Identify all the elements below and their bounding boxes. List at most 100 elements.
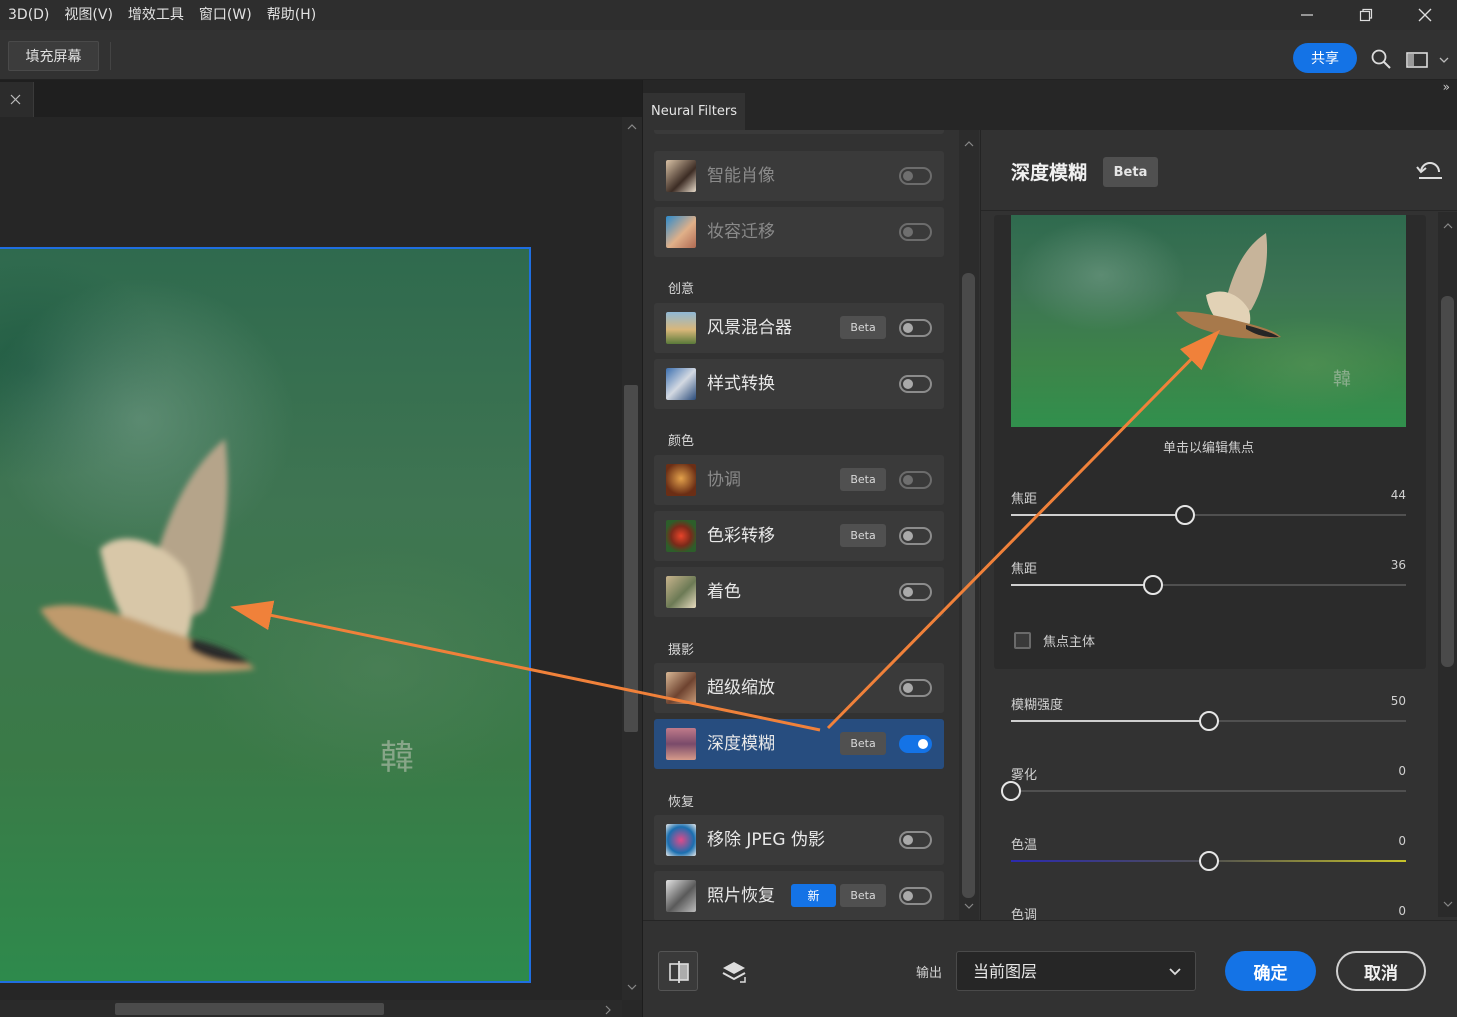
slider-handle[interactable] <box>1198 851 1219 871</box>
haze-slider[interactable]: 雾化 0 <box>1001 764 1406 824</box>
output-select[interactable]: 当前图层 <box>956 951 1196 991</box>
slider-label: 色调 <box>1011 908 1038 920</box>
scroll-up-icon[interactable] <box>1443 222 1453 230</box>
ok-button[interactable]: 确定 <box>1225 951 1316 991</box>
filter-label: 智能肖像 <box>707 166 775 186</box>
slider-handle[interactable] <box>1001 781 1021 801</box>
settings-scrollbar[interactable] <box>1438 212 1457 917</box>
scroll-up-icon[interactable] <box>964 140 974 148</box>
slider-handle[interactable] <box>1143 575 1164 595</box>
filter-color-transfer[interactable]: 色彩转移 Beta <box>654 511 944 561</box>
slider-label: 焦距 <box>1011 562 1038 577</box>
chevron-down-icon[interactable] <box>1439 56 1449 64</box>
filter-photo-restoration[interactable]: 照片恢复 新 Beta <box>654 871 944 920</box>
filter-toggle[interactable] <box>899 471 932 489</box>
filter-label: 着色 <box>707 582 741 602</box>
layers-icon[interactable] <box>718 956 750 988</box>
fill-screen-button[interactable]: 填充屏幕 <box>8 41 99 71</box>
focal-range-slider[interactable]: 焦距 36 <box>1011 558 1406 618</box>
filter-toggle[interactable] <box>899 735 932 753</box>
filter-toggle[interactable] <box>899 223 932 241</box>
tab-neural-filters[interactable]: Neural Filters <box>643 93 745 130</box>
filter-toggle[interactable] <box>899 527 932 545</box>
close-tab-icon[interactable] <box>10 94 21 105</box>
preview-bird-image: 韓 <box>1176 233 1351 390</box>
neural-filters-panel: Neural Filters » 智能肖像 妆容迁移 创意 风景混合器 Beta… <box>642 80 1457 1017</box>
harmonize-thumb-icon <box>666 464 696 496</box>
filter-remove-jpeg-artifacts[interactable]: 移除 JPEG 伪影 <box>654 815 944 865</box>
filter-toggle[interactable] <box>899 887 932 905</box>
scroll-down-icon[interactable] <box>964 902 974 910</box>
settings-beta-badge: Beta <box>1103 157 1158 187</box>
filter-toggle[interactable] <box>899 167 932 185</box>
tint-slider[interactable]: 色调 0 <box>1011 904 1406 920</box>
slider-track[interactable] <box>1011 584 1406 586</box>
focal-distance-slider[interactable]: 焦距 44 <box>1011 488 1406 548</box>
filter-row-hidden[interactable] <box>654 130 944 134</box>
restore-icon <box>1359 8 1373 22</box>
filter-settings-pane: 深度模糊 Beta 韓 单击以编辑焦点 焦距 44 焦距 36 焦点主体 模糊强… <box>980 130 1457 920</box>
restore-button[interactable] <box>1336 0 1396 30</box>
focal-preview-image[interactable]: 韓 <box>1011 215 1406 427</box>
blur-strength-slider[interactable]: 模糊强度 50 <box>1011 694 1406 754</box>
new-badge: 新 <box>791 884 836 907</box>
filter-list-scrollbar[interactable] <box>959 130 979 920</box>
filter-style-transfer[interactable]: 样式转换 <box>654 359 944 409</box>
filter-super-zoom[interactable]: 超级缩放 <box>654 663 944 713</box>
minimize-button[interactable] <box>1277 0 1337 30</box>
document-tab[interactable] <box>0 82 34 117</box>
search-icon[interactable] <box>1371 49 1391 69</box>
filter-makeup-transfer[interactable]: 妆容迁移 <box>654 207 944 257</box>
filter-landscape-mixer[interactable]: 风景混合器 Beta <box>654 303 944 353</box>
scroll-up-icon[interactable] <box>627 123 637 131</box>
close-button[interactable] <box>1395 0 1455 30</box>
canvas-horizontal-scrollbar[interactable] <box>0 1000 622 1017</box>
scroll-right-icon[interactable] <box>604 1005 612 1015</box>
category-photography: 摄影 <box>668 643 695 658</box>
slider-handle[interactable] <box>1198 711 1219 731</box>
filter-toggle[interactable] <box>899 375 932 393</box>
menu-bar: 3D(D) 视图(V) 增效工具 窗口(W) 帮助(H) <box>0 0 1457 30</box>
filter-harmonize[interactable]: 协调 Beta <box>654 455 944 505</box>
preview-watermark: 韓 <box>1333 369 1351 390</box>
beta-badge: Beta <box>840 316 886 339</box>
filter-colorize[interactable]: 着色 <box>654 567 944 617</box>
focus-subject-checkbox[interactable] <box>1014 632 1031 649</box>
canvas-vertical-scrollbar[interactable] <box>622 117 642 1000</box>
scroll-down-icon[interactable] <box>627 983 637 991</box>
document-image[interactable]: 韓 <box>0 247 531 983</box>
slider-handle[interactable] <box>1174 505 1195 525</box>
canvas-area[interactable]: 韓 <box>0 117 622 1000</box>
menu-3d[interactable]: 3D(D) <box>0 0 56 30</box>
canvas-hscroll-thumb[interactable] <box>115 1003 384 1015</box>
share-button[interactable]: 共享 <box>1293 43 1357 73</box>
menu-plugins[interactable]: 增效工具 <box>120 0 191 30</box>
filter-toggle[interactable] <box>899 319 932 337</box>
canvas-scroll-thumb[interactable] <box>624 385 638 732</box>
filter-label: 风景混合器 <box>707 318 792 338</box>
slider-value: 44 <box>1390 488 1406 502</box>
slider-track[interactable] <box>1011 790 1406 792</box>
focus-subject-option[interactable]: 焦点主体 <box>1014 631 1095 650</box>
menu-view[interactable]: 视图(V) <box>56 0 120 30</box>
menu-help[interactable]: 帮助(H) <box>259 0 323 30</box>
slider-track[interactable] <box>1011 514 1406 516</box>
chevron-down-icon <box>1169 968 1181 976</box>
reset-icon[interactable] <box>1415 158 1445 184</box>
filter-smart-portrait[interactable]: 智能肖像 <box>654 151 944 201</box>
compare-view-button[interactable] <box>658 951 698 991</box>
temperature-slider[interactable]: 色温 0 <box>1011 834 1406 894</box>
menu-window[interactable]: 窗口(W) <box>191 0 259 30</box>
settings-scroll-thumb[interactable] <box>1441 296 1454 667</box>
filter-toggle[interactable] <box>899 831 932 849</box>
collapse-panel-icon[interactable]: » <box>1443 80 1450 94</box>
filter-toggle[interactable] <box>899 583 932 601</box>
filter-toggle[interactable] <box>899 679 932 697</box>
scroll-down-icon[interactable] <box>1443 900 1453 908</box>
slider-label: 色温 <box>1011 838 1038 853</box>
filter-label: 妆容迁移 <box>707 222 775 242</box>
cancel-button[interactable]: 取消 <box>1336 951 1426 991</box>
filter-list-scroll-thumb[interactable] <box>962 273 975 898</box>
filter-depth-blur[interactable]: 深度模糊 Beta <box>654 719 944 769</box>
workspace-icon[interactable] <box>1406 51 1428 69</box>
